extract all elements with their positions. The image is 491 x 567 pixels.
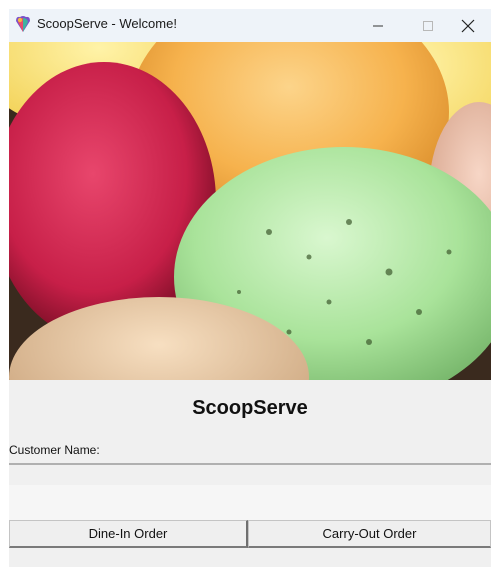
empty-panel <box>9 485 491 520</box>
window-title: ScoopServe - Welcome! <box>37 16 177 31</box>
ice-cream-image <box>9 42 491 380</box>
app-logo-icon <box>16 16 30 32</box>
dine-in-order-button[interactable]: Dine-In Order <box>9 520 248 548</box>
customer-name-input[interactable] <box>9 457 491 465</box>
app-heading: ScoopServe <box>192 397 308 419</box>
close-icon <box>461 19 475 32</box>
app-window: ScoopServe - Welcome! ScoopServe Custome… <box>9 9 491 567</box>
customer-name-label: Customer Name: <box>9 443 100 457</box>
minimize-icon <box>373 25 383 26</box>
title-bar[interactable]: ScoopServe - Welcome! <box>9 9 491 42</box>
maximize-icon <box>423 20 433 31</box>
minimize-button[interactable] <box>355 9 401 42</box>
carry-out-order-button[interactable]: Carry-Out Order <box>248 520 491 548</box>
close-button[interactable] <box>445 9 491 42</box>
